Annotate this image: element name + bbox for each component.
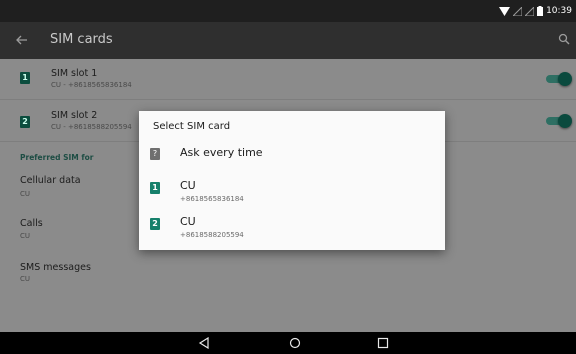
toggle-thumb — [558, 72, 572, 86]
option-sim-1-number: +8618565836184 — [180, 195, 244, 203]
option-sim-1[interactable]: 1 CU +8618565836184 — [139, 177, 445, 207]
option-sim-2[interactable]: 2 CU +8618588205594 — [139, 213, 445, 243]
option-sim-2-number: +8618588205594 — [180, 231, 244, 239]
toggle-thumb — [558, 114, 572, 128]
search-icon[interactable] — [558, 33, 570, 45]
signal-icon-2 — [525, 6, 535, 16]
pref-cellular-data-title: Cellular data — [20, 175, 81, 186]
select-sim-dialog: Select SIM card ? Ask every time 1 CU +8… — [139, 111, 445, 250]
status-bar: 10:39 — [0, 0, 576, 22]
option-sim-2-name: CU — [180, 215, 196, 228]
sim-slot-1-toggle[interactable] — [544, 72, 572, 86]
preferred-sim-header: Preferred SIM for — [20, 153, 94, 162]
nav-back-icon[interactable] — [198, 337, 210, 349]
nav-home-icon[interactable] — [289, 337, 301, 349]
sim-slot-1-sub: CU - +8618565836184 — [51, 81, 132, 89]
sim-2-icon: 2 — [150, 218, 160, 230]
pref-cellular-data-sub: CU — [20, 190, 31, 198]
app-bar: SIM cards — [0, 22, 576, 59]
sim-1-icon: 1 — [20, 72, 30, 84]
sim-slot-2-sub: CU - +8618588205594 — [51, 123, 132, 131]
wifi-icon — [499, 6, 511, 16]
signal-icon — [513, 6, 523, 16]
sim-slot-2-title: SIM slot 2 — [51, 110, 98, 121]
pref-calls-title: Calls — [20, 218, 43, 229]
pref-sms-title: SMS messages — [20, 262, 91, 273]
pref-sms-sub: CU — [20, 275, 31, 283]
dialog-title: Select SIM card — [153, 121, 231, 132]
pref-calls-sub: CU — [20, 232, 31, 240]
sim-slot-2-toggle[interactable] — [544, 114, 572, 128]
nav-recent-icon[interactable] — [377, 337, 389, 349]
sim-slot-1-row[interactable]: 1 SIM slot 1 CU - +8618565836184 — [0, 59, 576, 99]
sim-2-icon: 2 — [20, 116, 30, 128]
pref-sms-row[interactable]: SMS messages CU — [0, 255, 576, 295]
page-title: SIM cards — [50, 32, 113, 47]
back-arrow-icon[interactable] — [14, 32, 30, 48]
sim-slot-1-title: SIM slot 1 — [51, 68, 98, 79]
question-sim-icon: ? — [150, 148, 160, 160]
option-sim-1-name: CU — [180, 179, 196, 192]
navigation-bar — [0, 332, 576, 354]
battery-icon — [537, 6, 544, 16]
clock: 10:39 — [546, 6, 572, 16]
status-icons: 10:39 — [499, 4, 572, 18]
sim-1-icon: 1 — [150, 182, 160, 194]
option-ask-label: Ask every time — [180, 146, 263, 159]
